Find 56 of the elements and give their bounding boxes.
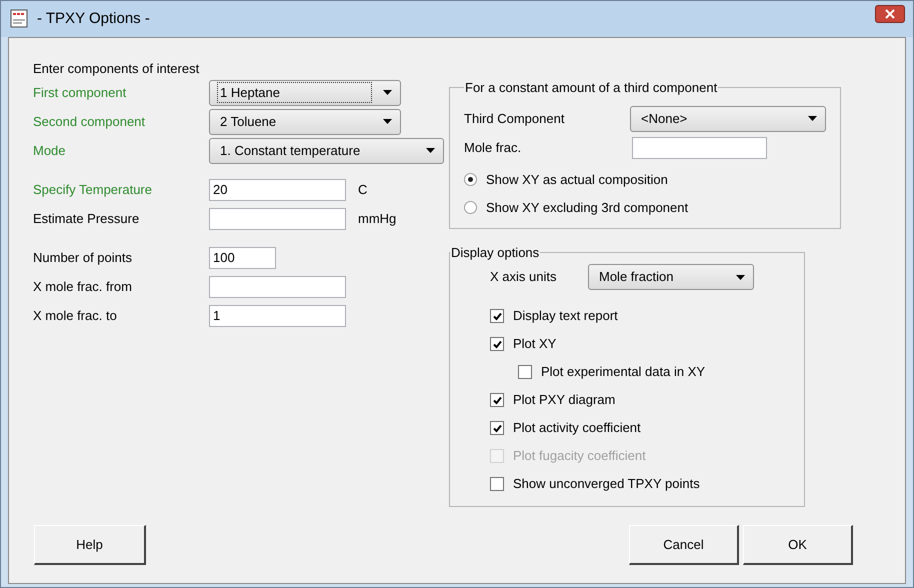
ok-button[interactable]: OK <box>743 525 853 565</box>
field-label: X mole frac. to <box>33 306 118 325</box>
group-title: For a constant amount of a third component <box>464 79 718 97</box>
dropdown[interactable]: <None> <box>630 106 826 132</box>
checkbox[interactable] <box>518 365 532 379</box>
input-field[interactable] <box>209 208 346 230</box>
checkbox[interactable] <box>490 393 504 407</box>
field-label: Third Component <box>464 110 566 128</box>
field-label: Mode <box>33 142 67 160</box>
dropdown-arrow-icon <box>736 274 745 280</box>
input-field[interactable] <box>632 136 767 158</box>
section-heading: Enter components of interest <box>33 60 200 78</box>
checkbox-label: Plot fugacity coefficient <box>513 447 646 466</box>
field-label: First component <box>33 84 128 102</box>
dropdown-arrow-icon <box>808 116 817 121</box>
checkbox[interactable] <box>490 477 504 491</box>
checkbox-label: Plot XY <box>513 335 556 354</box>
window-title: - TPXY Options - <box>37 8 150 29</box>
dropdown[interactable]: 1 Heptane <box>209 80 401 106</box>
field-label: Specify Temperature <box>33 180 153 199</box>
radio-label: Show XY excluding 3rd component <box>486 198 688 217</box>
dropdown[interactable]: 1. Constant temperature <box>209 138 444 164</box>
close-button[interactable] <box>875 5 905 23</box>
checkbox[interactable] <box>490 309 504 323</box>
dropdown-arrow-icon <box>426 148 435 153</box>
checkbox-label: Plot activity coefficient <box>513 419 641 438</box>
input-field[interactable]: 1 <box>209 304 346 326</box>
cancel-button[interactable]: Cancel <box>629 525 739 565</box>
unit-label: mmHg <box>358 210 396 228</box>
input-field[interactable]: 20 <box>209 178 346 200</box>
close-icon <box>885 9 895 19</box>
dropdown[interactable]: 2 Toluene <box>209 108 401 134</box>
document-icon <box>9 9 29 29</box>
checkbox[interactable] <box>490 421 504 435</box>
checkbox-label: Display text report <box>513 307 618 326</box>
input-field[interactable]: 100 <box>209 246 276 268</box>
radio-button[interactable] <box>464 173 477 186</box>
group-title: Display options <box>450 244 540 262</box>
dropdown-arrow-icon <box>383 90 392 95</box>
input-field[interactable] <box>209 276 346 298</box>
checkbox-label: Plot PXY diagram <box>513 391 616 410</box>
help-button[interactable]: Help <box>34 525 146 565</box>
radio-button[interactable] <box>464 201 477 214</box>
field-label: Number of points <box>33 248 133 267</box>
field-label: X mole frac. from <box>33 278 133 296</box>
checkbox-label: Show unconverged TPXY points <box>513 475 700 494</box>
field-label: Second component <box>33 112 146 131</box>
radio-label: Show XY as actual composition <box>486 170 668 189</box>
checkbox-label: Plot experimental data in XY <box>541 363 706 382</box>
dropdown[interactable]: Mole fraction <box>588 264 754 290</box>
field-label: Mole frac. <box>464 138 522 157</box>
field-label: X axis units <box>490 268 558 286</box>
dropdown-arrow-icon <box>383 119 392 124</box>
checkbox[interactable] <box>490 337 504 351</box>
field-label: Estimate Pressure <box>33 210 140 228</box>
unit-label: C <box>358 180 368 199</box>
